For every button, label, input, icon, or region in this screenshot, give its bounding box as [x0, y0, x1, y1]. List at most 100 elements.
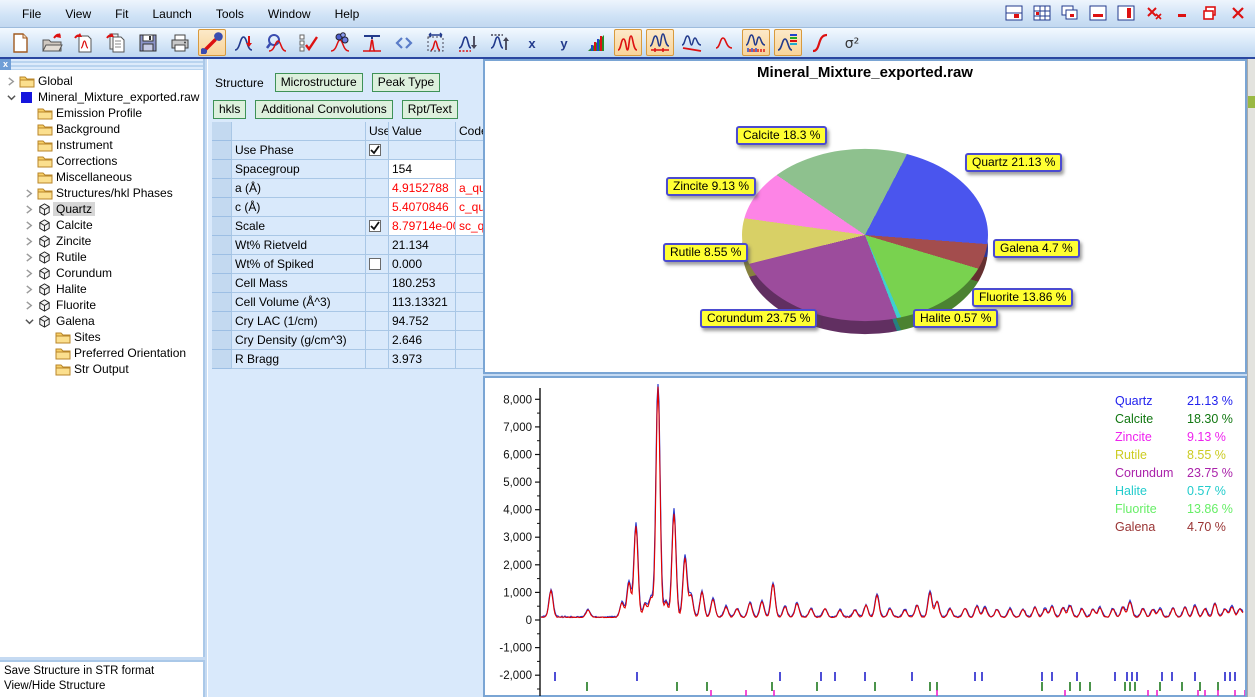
tab-structure[interactable]: Structure	[213, 74, 266, 92]
expander-collapsed-icon[interactable]	[22, 285, 36, 294]
peak-search-button[interactable]	[262, 29, 290, 56]
row-gutter[interactable]	[212, 198, 232, 217]
expander-collapsed-icon[interactable]	[22, 205, 36, 214]
expander-collapsed-icon[interactable]	[22, 269, 36, 278]
show-difference-button[interactable]	[646, 29, 674, 56]
row-gutter[interactable]	[212, 293, 232, 312]
menu-tools[interactable]: Tools	[204, 3, 256, 25]
restore-icon[interactable]	[1199, 3, 1221, 23]
structure-atoms-button[interactable]	[326, 29, 354, 56]
print-button[interactable]	[166, 29, 194, 56]
param-code[interactable]: sc_qu	[456, 217, 486, 236]
expander-expanded-icon[interactable]	[4, 93, 18, 102]
tab-microstructure[interactable]: Microstructure	[275, 73, 363, 92]
tab-hkls[interactable]: hkls	[213, 100, 246, 119]
tree-item-preferred-orientation[interactable]: Preferred Orientation	[0, 345, 203, 361]
row-gutter[interactable]	[212, 274, 232, 293]
param-code[interactable]	[456, 160, 486, 179]
pie-label-calcite[interactable]: Calcite 18.3 %	[736, 126, 827, 145]
panel-grip[interactable]	[0, 59, 203, 70]
menu-fit[interactable]: Fit	[103, 3, 140, 25]
tree-item-calcite[interactable]: Calcite	[0, 217, 203, 233]
tree-item-miscellaneous[interactable]: Miscellaneous	[0, 169, 203, 185]
save-button[interactable]	[134, 29, 162, 56]
expander-collapsed-icon[interactable]	[22, 253, 36, 262]
pie-chart-panel[interactable]: Mineral_Mixture_exported.raw Calcite 18.…	[483, 59, 1247, 374]
tree-item-global[interactable]: Global	[0, 73, 203, 89]
tab-rpt-text[interactable]: Rpt/Text	[402, 100, 458, 119]
tree-item-str-output[interactable]: Str Output	[0, 361, 203, 377]
row-gutter[interactable]	[212, 331, 232, 350]
menu-view[interactable]: View	[53, 3, 103, 25]
tree-item-fluorite[interactable]: Fluorite	[0, 297, 203, 313]
row-gutter[interactable]	[212, 350, 232, 369]
zoom-region-button[interactable]	[422, 29, 450, 56]
insert-peak-button[interactable]	[230, 29, 258, 56]
checkbox-checked[interactable]	[369, 220, 381, 232]
pie-label-rutile[interactable]: Rutile 8.55 %	[663, 243, 748, 262]
expander-collapsed-icon[interactable]	[22, 301, 36, 310]
new-document-button[interactable]	[6, 29, 34, 56]
tree-item-mineral-mixture-exported-raw[interactable]: Mineral_Mixture_exported.raw	[0, 89, 203, 105]
split-vertical-icon[interactable]	[1115, 3, 1137, 23]
pie-label-fluorite[interactable]: Fluorite 13.86 %	[972, 288, 1073, 307]
close-all-icon[interactable]	[1143, 3, 1165, 23]
tree-item-halite[interactable]: Halite	[0, 281, 203, 297]
open-file-button[interactable]	[38, 29, 66, 56]
tree-item-emission-profile[interactable]: Emission Profile	[0, 105, 203, 121]
fit-settings-button[interactable]	[198, 29, 226, 56]
tab-peak-type[interactable]: Peak Type	[372, 73, 440, 92]
tree-item-structures-hkl-phases[interactable]: Structures/hkl Phases	[0, 185, 203, 201]
row-gutter[interactable]	[212, 141, 232, 160]
split-horizontal-icon[interactable]	[1087, 3, 1109, 23]
menu-file[interactable]: File	[10, 3, 53, 25]
tile-horizontal-icon[interactable]	[1003, 3, 1025, 23]
tree-item-sites[interactable]: Sites	[0, 329, 203, 345]
param-code[interactable]: c_qua	[456, 198, 486, 217]
tree-item-instrument[interactable]: Instrument	[0, 137, 203, 153]
show-legend-button[interactable]	[774, 29, 802, 56]
pie-label-quartz[interactable]: Quartz 21.13 %	[965, 153, 1062, 172]
sigmoid-button[interactable]	[806, 29, 834, 56]
expander-collapsed-icon[interactable]	[22, 237, 36, 246]
param-value[interactable]: 4.9152788	[389, 179, 456, 198]
refinement-options-button[interactable]	[294, 29, 322, 56]
row-gutter[interactable]	[212, 255, 232, 274]
tile-grid-icon[interactable]	[1031, 3, 1053, 23]
show-observed-button[interactable]	[710, 29, 738, 56]
param-value[interactable]: 154	[389, 160, 456, 179]
close-icon[interactable]	[1227, 3, 1249, 23]
x-axis-button[interactable]: x	[518, 29, 546, 56]
param-value[interactable]: 8.79714e-00	[389, 217, 456, 236]
pie-chart[interactable]	[742, 149, 988, 321]
code-view-button[interactable]	[390, 29, 418, 56]
pie-label-halite[interactable]: Halite 0.57 %	[913, 309, 998, 328]
tree-item-quartz[interactable]: Quartz	[0, 201, 203, 217]
panel-close-icon[interactable]: x	[0, 59, 11, 70]
menu-launch[interactable]: Launch	[140, 3, 203, 25]
checkbox-unchecked[interactable]	[369, 258, 381, 270]
param-code[interactable]: a_qua	[456, 179, 486, 198]
stack-plots-button[interactable]	[582, 29, 610, 56]
shift-pattern-down-button[interactable]	[454, 29, 482, 56]
row-gutter[interactable]	[212, 217, 232, 236]
show-background-button[interactable]	[678, 29, 706, 56]
copy-document-button[interactable]	[102, 29, 130, 56]
diffraction-plot-panel[interactable]: 8,0007,0006,0005,0004,0003,0002,0001,000…	[483, 376, 1247, 697]
tree-item-rutile[interactable]: Rutile	[0, 249, 203, 265]
tree-item-corundum[interactable]: Corundum	[0, 265, 203, 281]
pie-label-zincite[interactable]: Zincite 9.13 %	[666, 177, 756, 196]
pie-label-corundum[interactable]: Corundum 23.75 %	[700, 309, 817, 328]
tree-item-background[interactable]: Background	[0, 121, 203, 137]
y-axis-button[interactable]: y	[550, 29, 578, 56]
expander-expanded-icon[interactable]	[22, 317, 36, 326]
tree-item-zincite[interactable]: Zincite	[0, 233, 203, 249]
menu-window[interactable]: Window	[256, 3, 323, 25]
axes-peak-button[interactable]	[358, 29, 386, 56]
menu-help[interactable]: Help	[323, 3, 372, 25]
expander-collapsed-icon[interactable]	[22, 221, 36, 230]
tree-item-corrections[interactable]: Corrections	[0, 153, 203, 169]
pie-label-galena[interactable]: Galena 4.7 %	[993, 239, 1080, 258]
row-gutter[interactable]	[212, 312, 232, 331]
sigma-squared-button[interactable]: σ²	[838, 29, 866, 56]
